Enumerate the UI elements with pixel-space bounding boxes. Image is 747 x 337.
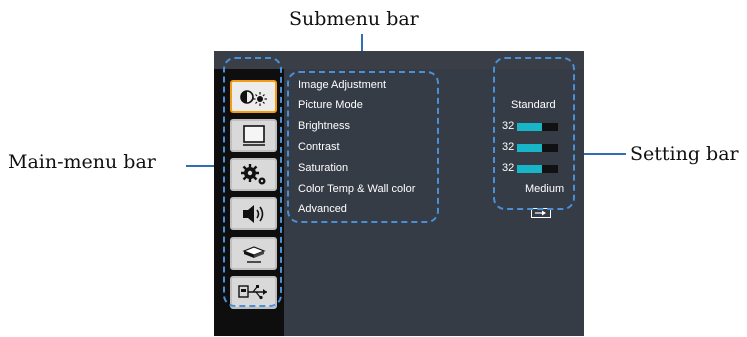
submenu-highlight-outline: [287, 71, 439, 223]
setting-callout-line: [580, 153, 626, 155]
submenu-callout-label: Submenu bar: [289, 8, 419, 30]
setting-highlight-outline: [493, 57, 575, 210]
mainmenu-callout-label: Main-menu bar: [8, 151, 156, 173]
setting-callout-label: Setting bar: [630, 143, 739, 165]
mainmenu-highlight-outline: [223, 57, 282, 307]
